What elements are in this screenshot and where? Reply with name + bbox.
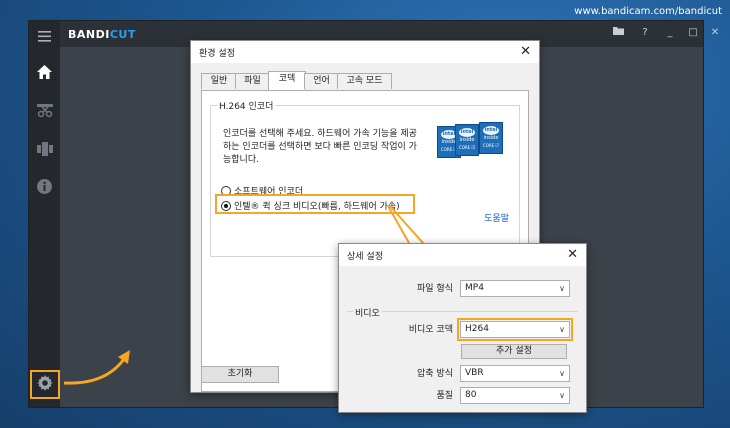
extra-settings-button[interactable]: 추가 설정 [461, 344, 567, 359]
advanced-settings-dialog: 상세 설정 ✕ 파일 형식 MP4 ∨ 비디오 비디오 코덱 H264 ∨ 추가 설… [338, 243, 587, 413]
compression-label: 압축 방식 [417, 369, 453, 379]
video-codec-label: 비디오 코덱 [408, 325, 453, 335]
format-label: 파일 형식 [417, 284, 453, 294]
compression-select[interactable]: VBR ∨ [460, 365, 570, 382]
chevron-down-icon: ∨ [559, 284, 565, 293]
quality-select[interactable]: 80 ∨ [460, 387, 570, 404]
video-group: 비디오 [347, 306, 578, 319]
chevron-down-icon: ∨ [559, 369, 565, 378]
chevron-down-icon: ∨ [559, 391, 565, 400]
advanced-dialog-titlebar: 상세 설정 ✕ [339, 244, 586, 266]
format-select[interactable]: MP4 ∨ [460, 280, 570, 297]
intel-core-i5-badge: intel inside CORE i5 [455, 124, 479, 156]
video-group-title: 비디오 [353, 306, 382, 319]
quality-label: 품질 [436, 391, 453, 401]
advanced-dialog-title: 상세 설정 [347, 252, 383, 262]
advanced-close-icon[interactable]: ✕ [567, 247, 578, 262]
video-codec-highlight [457, 318, 573, 341]
